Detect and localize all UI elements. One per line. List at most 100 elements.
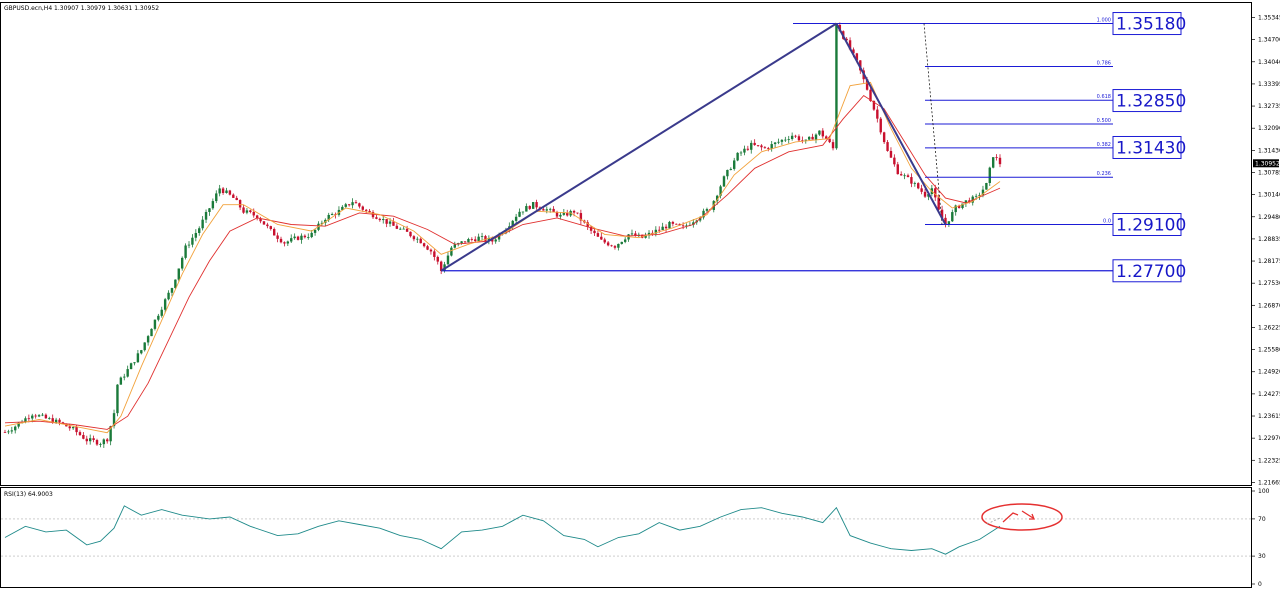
fib-level-label: 0.786 [1097,61,1111,67]
key-level-label: 1.27700 [1116,262,1186,282]
candle-body [750,142,753,150]
candle-body [906,175,910,178]
candle-body [307,237,310,238]
candle-body [272,228,276,236]
candle-body [951,212,954,222]
candle-body [218,188,221,194]
candle-body [600,236,603,240]
candle-body [460,241,463,244]
price-tick-label: 1.30785 [1258,169,1280,176]
candle-body [228,190,232,195]
rsi-levels [1,518,1251,557]
candle-body [620,241,623,244]
candle-body [726,169,729,177]
candle-body [177,268,180,280]
candle-body [27,418,31,420]
candle-body [286,241,290,244]
candle-body [44,414,48,419]
candle-body [99,444,102,445]
candle-body [358,203,361,207]
candle-body [143,342,146,351]
candle-body [528,206,531,209]
candle-body [777,141,780,143]
candle-body [494,239,497,242]
candle-body [572,210,576,213]
rsi-tick-label: 0 [1258,581,1262,588]
candle-body [450,247,453,256]
candle-body [767,148,770,149]
price-tick-label: 1.34040 [1258,59,1280,66]
candle-body [106,439,109,442]
candle-body [170,288,174,293]
symbol-info: GBPUSD.ecn,H4 1.30907 1.30979 1.30631 1.… [4,5,159,12]
candle-body [136,353,140,363]
candle-body [123,376,126,378]
candle-body [630,233,634,235]
key-level-labels: 1.35180 1.32850 1.31430 1.29100 1.27700 [1112,12,1186,283]
candle-body [416,238,419,240]
candle-body [886,142,889,151]
candle-body [889,150,893,158]
candle-body [95,440,99,445]
candle-body [882,132,886,143]
candle-body [552,208,555,213]
candle-body [232,194,235,198]
candle-body [753,142,756,146]
candle-body [470,239,474,240]
candle-body [733,160,736,169]
fib-level-label: 0.500 [1097,118,1111,124]
fib-level-label: 0.618 [1097,94,1111,100]
candle-body [797,136,801,141]
candle-body [531,202,535,209]
candle-body [780,139,784,142]
candle-body [988,167,991,183]
fib-level-label: 0.236 [1097,171,1111,177]
price-tick-label: 1.32735 [1258,103,1280,110]
rsi-line [4,505,1001,555]
candle-body [770,144,773,149]
candle-body [78,432,82,435]
candle-body [351,202,354,206]
candle-body [525,206,528,212]
candle-body [269,226,272,229]
fib-level-label: 1.000 [1097,18,1111,24]
price-tick-label: 1.22970 [1258,435,1280,442]
candle-body [201,219,204,229]
candle-body [681,225,685,227]
candle-body [266,224,269,227]
candle-body [729,168,733,170]
rsi-tick-label: 70 [1258,516,1266,523]
candle-body [119,377,123,385]
candle-body [344,204,347,207]
rsi-axis: 100 70 30 0 [1251,488,1270,588]
candle-body [794,135,797,137]
candle-body [37,415,41,417]
price-tick-label: 1.28835 [1258,236,1280,243]
candle-body [896,164,899,175]
candle-body [426,246,429,250]
candle-body [998,157,1002,165]
candle-body [559,214,562,217]
price-tick-label: 1.33395 [1258,81,1280,88]
candle-body [521,211,525,213]
candle-body [88,438,92,442]
candle-body [361,206,364,210]
candle-body [422,243,426,247]
candle-body [825,136,828,139]
candle-body [412,236,416,240]
candle-body [249,210,252,213]
candle-body [276,235,279,239]
candle-body [290,238,293,242]
candle-body [71,427,75,429]
candle-body [746,148,750,150]
candle-body [242,207,245,213]
candle-body [225,190,228,193]
candle-body [705,209,709,211]
candle-body [903,175,906,177]
candle-body [14,426,17,431]
candle-body [991,157,995,168]
trendlines [440,22,947,272]
candle-body [296,236,300,240]
candle-body [623,239,627,242]
candle-body [157,315,160,320]
